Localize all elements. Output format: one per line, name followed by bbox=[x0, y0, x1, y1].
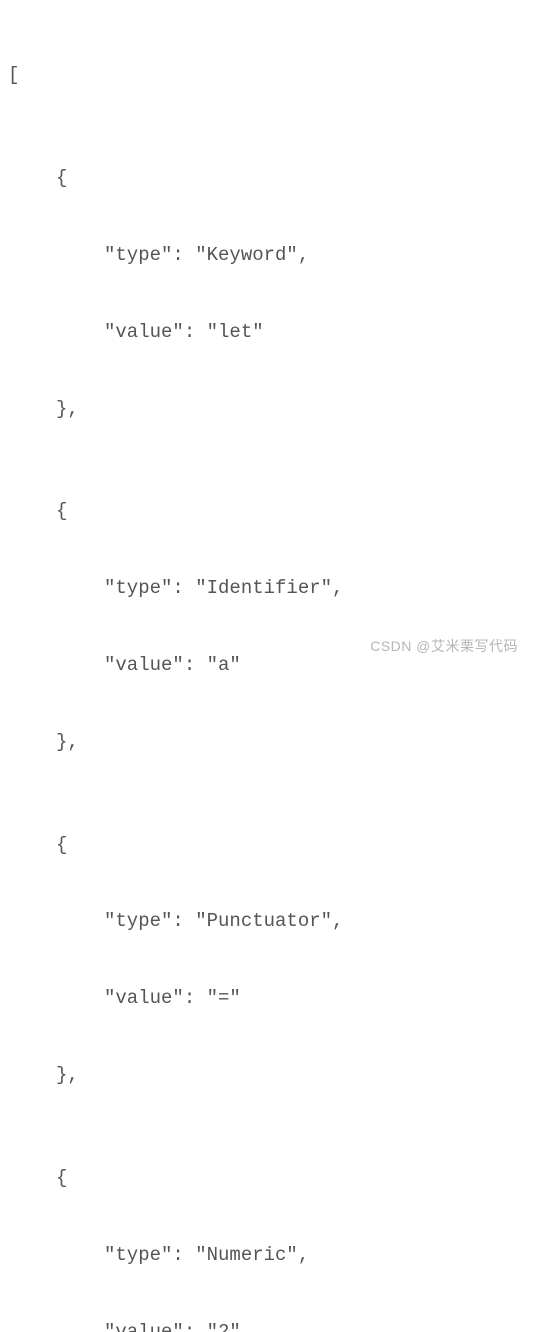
object-open: { bbox=[8, 166, 528, 192]
object-open: { bbox=[8, 1166, 528, 1192]
value-key: "value": bbox=[104, 654, 207, 676]
object-close: }, bbox=[8, 1063, 528, 1089]
object-property-type: "type": "Identifier", bbox=[8, 576, 528, 602]
object-open: { bbox=[8, 499, 528, 525]
value-value: "=" bbox=[207, 987, 241, 1009]
type-key: "type": bbox=[104, 577, 195, 599]
type-key: "type": bbox=[104, 1244, 195, 1266]
object-close: }, bbox=[8, 730, 528, 756]
object-open: { bbox=[8, 833, 528, 859]
type-key: "type": bbox=[104, 910, 195, 932]
object-property-type: "type": "Keyword", bbox=[8, 243, 528, 269]
object-property-value: "value": "2" bbox=[8, 1320, 528, 1332]
object-property-type: "type": "Punctuator", bbox=[8, 909, 528, 935]
type-value: "Punctuator", bbox=[195, 910, 343, 932]
code-block: [ { "type": "Keyword", "value": "let" },… bbox=[8, 12, 528, 1332]
value-key: "value": bbox=[104, 1321, 207, 1332]
type-value: "Keyword", bbox=[195, 244, 309, 266]
value-value: "2" bbox=[207, 1321, 241, 1332]
type-value: "Identifier", bbox=[195, 577, 343, 599]
object-close: }, bbox=[8, 397, 528, 423]
value-key: "value": bbox=[104, 321, 207, 343]
object-property-value: "value": "let" bbox=[8, 320, 528, 346]
type-value: "Numeric", bbox=[195, 1244, 309, 1266]
array-open-bracket: [ bbox=[8, 63, 528, 89]
watermark-text: CSDN @艾米栗写代码 bbox=[370, 637, 518, 656]
object-property-type: "type": "Numeric", bbox=[8, 1243, 528, 1269]
value-value: "a" bbox=[207, 654, 241, 676]
type-key: "type": bbox=[104, 244, 195, 266]
object-property-value: "value": "=" bbox=[8, 986, 528, 1012]
value-key: "value": bbox=[104, 987, 207, 1009]
value-value: "let" bbox=[207, 321, 264, 343]
